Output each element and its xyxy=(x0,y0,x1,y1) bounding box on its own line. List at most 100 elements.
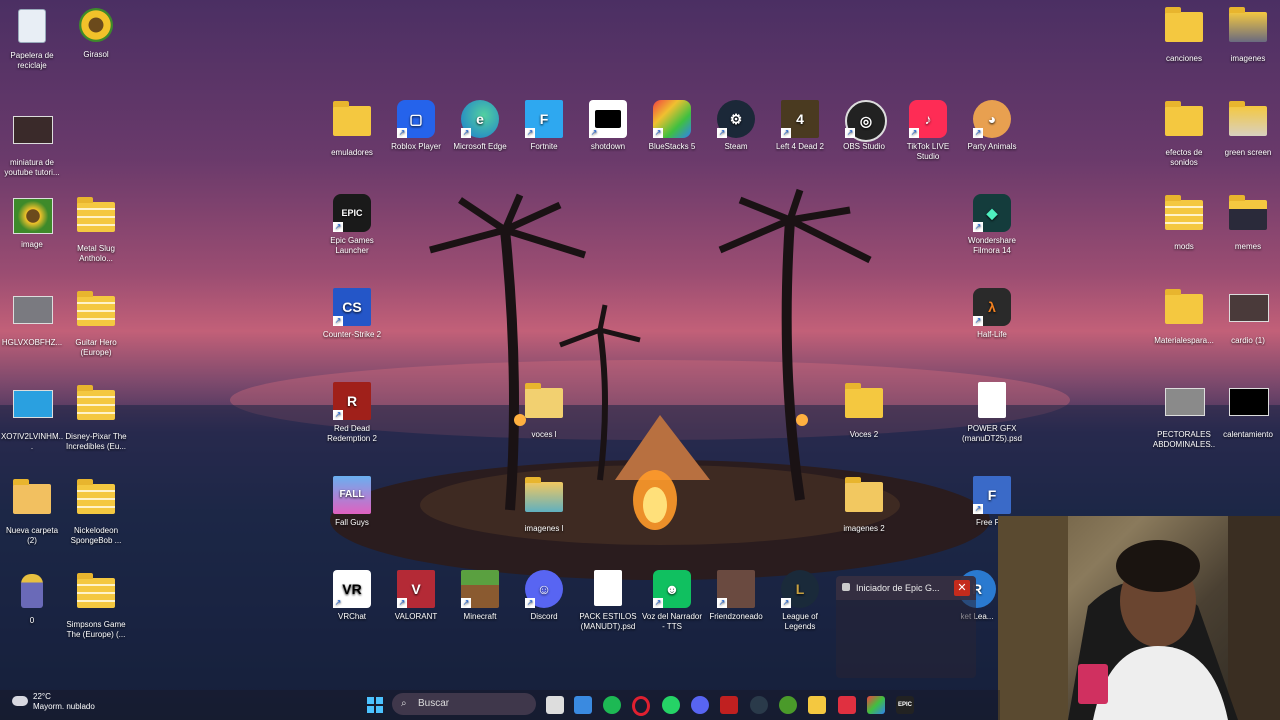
desktop-icon-imagenes-2[interactable]: imagenes 2 xyxy=(832,476,896,534)
steam-icon: ⚙ ↗ xyxy=(717,100,755,138)
document-icon xyxy=(973,382,1011,420)
desktop-icon-pectorales[interactable]: PECTORALES ABDOMINALES... xyxy=(1152,382,1216,450)
spotify-icon[interactable] xyxy=(603,696,621,714)
epic-taskbar-icon[interactable]: EPIC xyxy=(896,696,914,714)
start-icon[interactable] xyxy=(366,696,384,714)
file-explorer-icon[interactable] xyxy=(808,696,826,714)
window-titlebar[interactable]: Iniciador de Epic G... ✕ xyxy=(836,576,976,600)
epic-launcher-window[interactable]: Iniciador de Epic G... ✕ xyxy=(836,576,976,678)
dog-icon: ◕ ↗ xyxy=(973,100,1011,138)
desktop-icon-incredibles[interactable]: Disney-Pixar The Incredibles (Eu... xyxy=(64,384,128,452)
desktop-icon-imagenes-1[interactable]: imagenes l xyxy=(512,476,576,534)
opera-icon[interactable] xyxy=(632,696,650,716)
desktop-icon-left4dead[interactable]: 4 ↗ Left 4 Dead 2 xyxy=(768,100,832,152)
desktop-icon-guitar-hero[interactable]: Guitar Hero (Europe) xyxy=(64,290,128,358)
desktop-icon-fall-guys[interactable]: FALL Fall Guys xyxy=(320,476,384,528)
desktop-icon-fortnite[interactable]: F ↗ Fortnite xyxy=(512,100,576,152)
desktop-icon-minecraft[interactable]: ↗ Minecraft xyxy=(448,570,512,622)
icon-label: League of Legends xyxy=(782,612,818,631)
valorant-icon: V ↗ xyxy=(397,570,435,608)
desktop-icon-cardio[interactable]: cardio (1) xyxy=(1216,288,1280,346)
desktop-icon-canciones[interactable]: canciones xyxy=(1152,6,1216,64)
league-of-legends-icon: L ↗ xyxy=(781,570,819,608)
desktop-icon-voces-1[interactable]: voces l xyxy=(512,382,576,440)
desktop-icon-0[interactable]: 0 xyxy=(0,572,64,626)
tiktok-icon: ♪ ↗ xyxy=(909,100,947,138)
icon-label: Red Dead Redemption 2 xyxy=(327,424,377,443)
desktop-icon-filmora[interactable]: ◆ ↗ Wondershare Filmora 14 xyxy=(960,194,1024,256)
desktop-icon-calentamiento[interactable]: calentamiento xyxy=(1216,382,1280,440)
taskbar-search[interactable]: ⌕ Buscar xyxy=(392,693,536,715)
desktop-icon-mods[interactable]: mods xyxy=(1152,194,1216,252)
desktop-icon-pack-estilos[interactable]: PACK ESTILOS (MANUDT).psd xyxy=(576,570,640,632)
desktop-icon-tiktok-live[interactable]: ♪ ↗ TikTok LIVE Studio xyxy=(896,100,960,162)
desktop-icon-emuladores[interactable]: emuladores xyxy=(320,100,384,158)
desktop-icon-thumbnail[interactable]: miniatura de youtube tutori... xyxy=(0,110,64,178)
icon-label: Epic Games Launcher xyxy=(330,236,374,255)
desktop-icon-epic-games[interactable]: EPIC ↗ Epic Games Launcher xyxy=(320,194,384,256)
desktop-icon-voces-2[interactable]: Voces 2 xyxy=(832,382,896,440)
weather-temp: 22°C xyxy=(33,692,51,701)
desktop-icon-hglvx[interactable]: HGLVXOBFHZ... xyxy=(0,290,64,348)
desktop-icon-metal-slug[interactable]: Metal Slug Antholo... xyxy=(64,196,128,264)
folder-icon xyxy=(525,383,563,426)
desktop-icon-green-screen[interactable]: green screen xyxy=(1216,100,1280,158)
image-thumbnail-icon: ↗ xyxy=(717,570,755,608)
desktop-icon-simpsons[interactable]: Simpsons Game The (Europe) (... xyxy=(64,572,128,640)
desktop-icon-memes[interactable]: memes xyxy=(1216,194,1280,252)
desktop-icon-league[interactable]: L ↗ League of Legends xyxy=(768,570,832,632)
desktop-icon-half-life[interactable]: λ ↗ Half-Life xyxy=(960,288,1024,340)
xbox-icon[interactable] xyxy=(779,696,797,714)
edge-icon: e ↗ xyxy=(461,100,499,138)
desktop-icon-edge[interactable]: e ↗ Microsoft Edge xyxy=(448,100,512,152)
desktop-icon-rdr2[interactable]: R ↗ Red Dead Redemption 2 xyxy=(320,382,384,444)
discord-taskbar-icon[interactable] xyxy=(691,696,709,714)
folder-icon xyxy=(77,573,115,616)
desktop-icon-party-animals[interactable]: ◕ ↗ Party Animals xyxy=(960,100,1024,152)
desktop-icon-roblox[interactable]: ▢ ↗ Roblox Player xyxy=(384,100,448,152)
desktop-icon-recycle-bin[interactable]: Papelera de reciclaje xyxy=(0,6,64,71)
icon-label: PECTORALES ABDOMINALES... xyxy=(1152,430,1216,449)
desktop-icon-girasol[interactable]: Girasol xyxy=(64,6,128,60)
monitor-icon: ↗ xyxy=(589,100,627,138)
folder-icon xyxy=(1165,195,1203,238)
desktop-icon-valorant[interactable]: V ↗ VALORANT xyxy=(384,570,448,622)
desktop-icon-imagenes[interactable]: imagenes xyxy=(1216,6,1280,64)
half-life-icon: λ ↗ xyxy=(973,288,1011,326)
bluestacks-taskbar-icon[interactable] xyxy=(867,696,885,714)
desktop-icon-bluestacks[interactable]: ↗ BlueStacks 5 xyxy=(640,100,704,152)
minecraft-icon: ↗ xyxy=(461,570,499,608)
desktop-icon-cs2[interactable]: CS ↗ Counter-Strike 2 xyxy=(320,288,384,340)
task-view-icon[interactable] xyxy=(546,696,564,714)
desktop-icon-voz-narrador[interactable]: ☻ ↗ Voz del Narrador - TTS xyxy=(640,570,704,632)
image-thumbnail-icon xyxy=(13,390,53,428)
desktop-icon-vrchat[interactable]: VR ↗ VRChat xyxy=(320,570,384,622)
app-icon[interactable] xyxy=(720,696,738,714)
icon-label: Nickelodeon SpongeBob ... xyxy=(70,526,122,545)
desktop-icon-nueva-carpeta[interactable]: Nueva carpeta (2) xyxy=(0,478,64,546)
whatsapp-icon[interactable] xyxy=(662,696,680,714)
icon-label: Materialespara... xyxy=(1154,336,1214,345)
icon-label: calentamiento xyxy=(1223,430,1273,439)
notepad-icon[interactable] xyxy=(574,696,592,714)
desktop-icon-shotdown[interactable]: ↗ shotdown xyxy=(576,100,640,152)
close-button[interactable]: ✕ xyxy=(954,580,970,596)
window-title: Iniciador de Epic G... xyxy=(856,583,940,593)
desktop-icon-xo7[interactable]: XO7IV2LVINHM... xyxy=(0,384,64,452)
image-file-icon xyxy=(13,198,53,236)
icon-label: Voces 2 xyxy=(849,430,879,439)
desktop-icon-materiales[interactable]: Materialespara... xyxy=(1152,288,1216,346)
desktop-icon-steam[interactable]: ⚙ ↗ Steam xyxy=(704,100,768,152)
desktop-icon-friendzoneado[interactable]: ↗ Friendzoneado xyxy=(704,570,768,622)
desktop-icon-efectos[interactable]: efectos de sonidos xyxy=(1152,100,1216,168)
icon-label: Nueva carpeta (2) xyxy=(5,526,59,545)
icon-label: cardio (1) xyxy=(1231,336,1265,345)
app2-icon[interactable] xyxy=(838,696,856,714)
steam-taskbar-icon[interactable] xyxy=(750,696,768,714)
desktop-icon-spongebob[interactable]: Nickelodeon SpongeBob ... xyxy=(64,478,128,546)
desktop-icon-image[interactable]: image xyxy=(0,196,64,250)
desktop-icon-discord[interactable]: ☺ ↗ Discord xyxy=(512,570,576,622)
icon-label: memes xyxy=(1234,242,1262,251)
desktop-icon-obs[interactable]: ◎ ↗ OBS Studio xyxy=(832,100,896,152)
desktop-icon-power-gfx[interactable]: POWER GFX (manuDT25).psd xyxy=(960,382,1024,444)
